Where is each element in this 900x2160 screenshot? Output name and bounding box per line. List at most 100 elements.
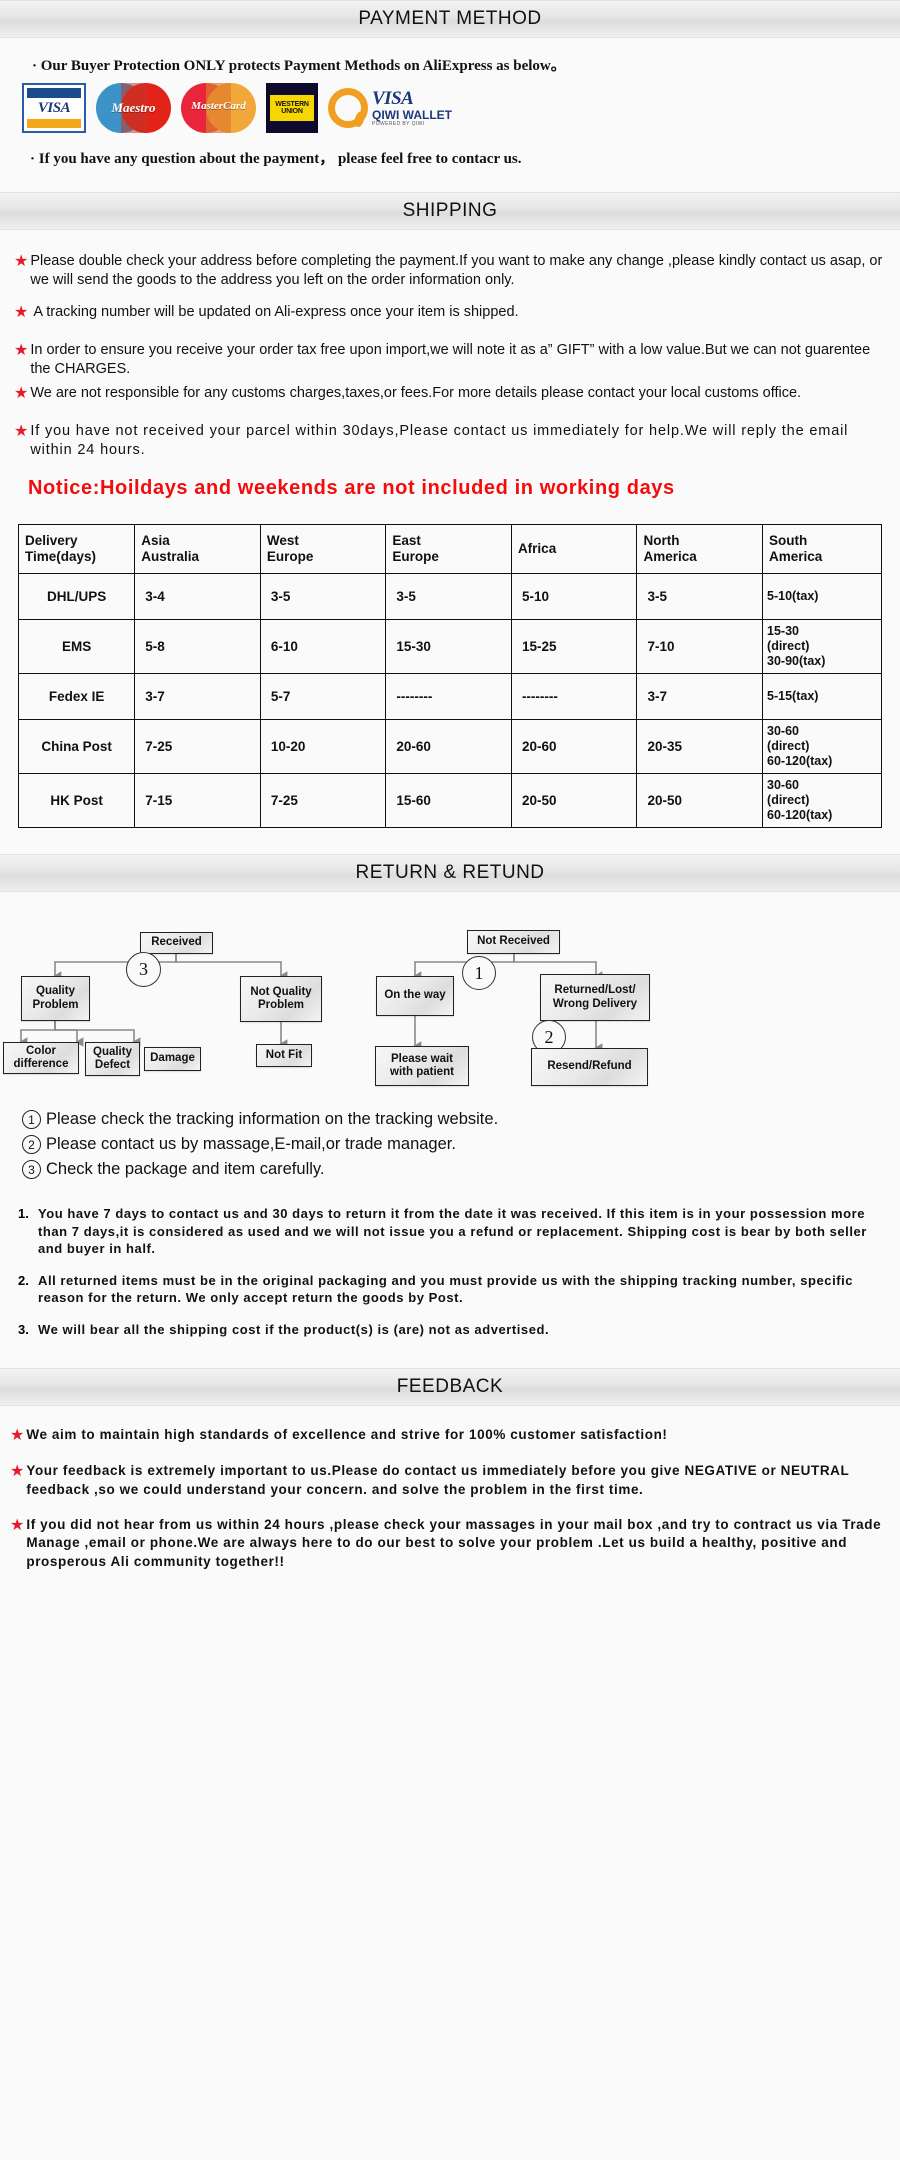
- table-cell-value: 3-5: [636, 573, 764, 621]
- table-header-cell-west-europe: West Europe: [259, 524, 387, 575]
- table-row: EMS 5-8 6-10 15-30 15-25 7-10 15-30 (direct) 3…: [17, 619, 882, 675]
- return-note-text: Please contact us by massage,E-mail,or t…: [46, 1135, 456, 1154]
- shipping-bullet-text: We are not responsible for any customs c…: [30, 385, 802, 402]
- table-header-cell-asia-australia: Asia Australia: [134, 524, 261, 575]
- western-union-label-bottom: UNION: [281, 108, 303, 115]
- star-icon: ★: [14, 253, 29, 270]
- table-header-cell-south-america: South America: [762, 524, 882, 575]
- shipping-bullet-text: If you have not received your parcel wit…: [30, 423, 849, 458]
- maestro-logo-label: Maestro: [111, 100, 156, 115]
- table-header-cell-africa: Africa: [510, 524, 638, 575]
- flow-marker-3: 3: [126, 952, 161, 988]
- payment-method-body: · Our Buyer Protection ONLY protects Pay…: [0, 38, 900, 192]
- flow-node-resend-refund: Resend/Refund: [531, 1048, 648, 1087]
- return-note-item: 1 Please check the tracking information o…: [22, 1110, 900, 1130]
- qiwi-wallet-label: QIWI WALLET: [372, 108, 452, 123]
- shipping-body: ★ Please double check your address befor…: [0, 230, 900, 524]
- table-row: China Post 7-25 10-20 20-60 20-60 20-35 30-60 …: [17, 719, 882, 775]
- circled-number-icon: 2: [22, 1135, 41, 1155]
- payment-intro-text: · Our Buyer Protection ONLY protects Pay…: [32, 58, 566, 74]
- table-cell-value: 20-60: [510, 719, 638, 775]
- table-cell-value: 15-25: [510, 619, 638, 675]
- table-cell-value: 3-4: [134, 573, 261, 621]
- shipping-notice: Notice:Hoildays and weekends are not inc…: [28, 477, 675, 500]
- return-note-text: Please check the tracking information on…: [46, 1110, 499, 1129]
- table-cell-value: 5-15(tax): [762, 673, 882, 721]
- return-term-item: 3. We will bear all the shipping cost if …: [18, 1321, 870, 1339]
- delivery-time-table: Delivery Time(days) Asia Australia West …: [17, 524, 882, 829]
- star-icon: ★: [10, 1516, 25, 1534]
- payment-method-title: PAYMENT METHOD: [358, 8, 542, 29]
- feedback-title: FEEDBACK: [396, 1376, 504, 1398]
- mastercard-logo-label: MasterCard: [191, 100, 246, 112]
- table-cell-value: 20-50: [510, 773, 638, 829]
- return-terms-list: 1. You have 7 days to contact us and 30 d…: [0, 1191, 900, 1368]
- return-refund-header: RETURN & RETUND: [0, 854, 900, 893]
- table-header-cell-east-europe: East Europe: [385, 524, 512, 575]
- table-cell-carrier: EMS: [17, 619, 136, 675]
- flow-node-not-received: Not Received: [467, 930, 560, 955]
- table-cell-value: 3-7: [134, 673, 261, 721]
- qiwi-ring-icon: [328, 88, 368, 128]
- table-cell-value: 20-60: [385, 719, 512, 775]
- table-cell-value: 7-10: [636, 619, 764, 675]
- table-cell-carrier: Fedex IE: [17, 673, 136, 721]
- payment-method-header: PAYMENT METHOD: [0, 0, 900, 38]
- return-notes-list: 1 Please check the tracking information o…: [0, 1096, 900, 1191]
- flow-node-damage: Damage: [144, 1047, 201, 1072]
- shipping-bullet: ★ We are not responsible for any customs…: [14, 384, 886, 404]
- table-cell-value: 15-60: [385, 773, 512, 829]
- table-header-cell-delivery-time: Delivery Time(days): [17, 524, 136, 575]
- return-refund-title: RETURN & RETUND: [355, 862, 545, 884]
- flow-marker-1: 1: [462, 956, 496, 991]
- return-term-item: 2. All returned items must be in the orig…: [18, 1272, 870, 1307]
- table-cell-carrier: DHL/UPS: [17, 573, 136, 621]
- table-row: HK Post 7-15 7-25 15-60 20-50 20-50 30-60 (dir…: [17, 773, 882, 829]
- return-term-text: You have 7 days to contact us and 30 day…: [38, 1206, 867, 1257]
- feedback-item: ★ We aim to maintain high standards of ex…: [10, 1426, 884, 1446]
- table-header-cell-north-america: North America: [636, 524, 764, 575]
- western-union-logo: WESTERN UNION: [266, 83, 318, 133]
- qiwi-visa-label: VISA: [372, 88, 414, 110]
- table-row: DHL/UPS 3-4 3-5 3-5 5-10 3-5 5-10(tax): [17, 573, 882, 621]
- payment-question-text: · If you have any question about the pay…: [30, 151, 522, 167]
- return-note-text: Check the package and item carefully.: [46, 1160, 325, 1179]
- shipping-bullet: ★ In order to ensure you receive your or…: [14, 341, 886, 378]
- flow-node-not-fit: Not Fit: [256, 1044, 312, 1068]
- return-term-text: We will bear all the shipping cost if th…: [38, 1321, 550, 1337]
- table-row: Fedex IE 3-7 5-7 -------- -------- 3-7 5-15(ta…: [17, 673, 882, 721]
- return-note-item: 3 Check the package and item carefully.: [22, 1160, 900, 1180]
- table-header-row: Delivery Time(days) Asia Australia West …: [17, 524, 882, 575]
- shipping-bullet: ★ A tracking number will be updated on A…: [14, 303, 886, 323]
- star-icon: ★: [14, 423, 29, 441]
- return-term-number: 1.: [18, 1206, 29, 1222]
- feedback-item: ★ Your feedback is extremely important to…: [10, 1462, 884, 1499]
- star-icon: ★: [10, 1427, 25, 1445]
- table-cell-carrier: HK Post: [17, 773, 136, 829]
- product-policy-page: PAYMENT METHOD · Our Buyer Protection ON…: [0, 0, 900, 1610]
- table-body: DHL/UPS 3-4 3-5 3-5 5-10 3-5 5-10(tax) EMS 5-8 6-…: [17, 573, 882, 829]
- table-cell-value: 20-35: [636, 719, 764, 775]
- table-cell-value: 7-25: [259, 773, 387, 829]
- table-cell-value: --------: [385, 673, 512, 721]
- feedback-text: We aim to maintain high standards of exc…: [26, 1427, 668, 1443]
- return-flowchart: Received 3 Quality Problem Not Quality P…: [0, 906, 900, 1096]
- table-cell-value: 15-30 (direct) 30-90(tax): [762, 619, 882, 675]
- mastercard-logo: MasterCard: [181, 83, 256, 133]
- table-cell-value: 15-30: [385, 619, 512, 675]
- star-icon: ★: [14, 385, 29, 403]
- maestro-logo: Maestro: [96, 83, 171, 133]
- return-term-text: All returned items must be in the origin…: [38, 1272, 854, 1306]
- table-cell-value: 3-7: [636, 673, 764, 721]
- flow-node-received: Received: [140, 932, 213, 955]
- table-cell-value: 3-5: [385, 573, 512, 621]
- flow-node-not-quality-problem: Not Quality Problem: [240, 976, 322, 1023]
- shipping-title: SHIPPING: [402, 200, 498, 221]
- circled-number-icon: 1: [22, 1110, 41, 1130]
- table-cell-value: 5-7: [259, 673, 387, 721]
- flow-node-quality-problem: Quality Problem: [21, 976, 90, 1022]
- table-cell-value: 7-15: [134, 773, 261, 829]
- shipping-bullet-text: Please double check your address before …: [30, 253, 883, 288]
- flow-node-returned-lost: Returned/Lost/ Wrong Delivery: [540, 974, 650, 1022]
- return-note-item: 2 Please contact us by massage,E-mail,or …: [22, 1135, 900, 1155]
